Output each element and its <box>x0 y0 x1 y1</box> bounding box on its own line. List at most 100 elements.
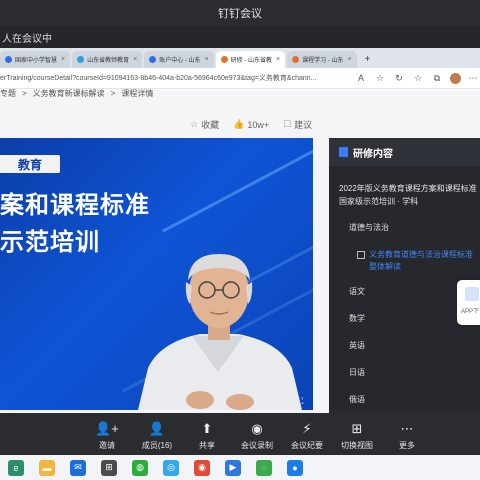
tab-close-icon[interactable]: × <box>205 56 209 63</box>
tab-close-icon[interactable]: × <box>276 56 280 63</box>
browser-address-bar: erTraining/courseDetail?courseId=9109416… <box>0 68 480 89</box>
explorer-icon[interactable]: ▬ <box>39 459 55 476</box>
decor-streak <box>162 138 313 233</box>
site-favicon-icon <box>292 56 300 63</box>
messenger-icon[interactable]: ◌ <box>256 459 272 476</box>
chrome-icon[interactable]: ◉ <box>194 459 210 476</box>
browser-tab-bar: 国家中小学智慧 × 山东省教师教育 × 账户中心 - 山东 × 研修 - 山东省教 × 课程学习… <box>0 48 480 68</box>
record-button[interactable]: ◉ 会议录制 <box>232 420 282 451</box>
record-icon: ◉ <box>251 421 263 436</box>
meeting-banner: 人在会议中 <box>0 26 480 48</box>
tab-label: 山东省教师教育 <box>87 58 130 64</box>
category-active[interactable]: 道德与法治 <box>349 222 389 233</box>
more-menu-icon[interactable]: ⋯ <box>466 71 480 85</box>
category-item[interactable]: 语文 <box>349 286 365 297</box>
category-item[interactable]: 英语 <box>349 340 365 351</box>
profile-avatar[interactable] <box>450 72 461 84</box>
lesson-item-active[interactable]: 义务教育道德与法治课程标准整体解读 <box>357 249 477 273</box>
read-aloud-icon[interactable]: A <box>354 71 368 85</box>
site-favicon-icon <box>220 56 228 63</box>
share-button[interactable]: ⬆ 共享 <box>182 420 232 451</box>
panel-header: 研修内容 <box>329 138 480 166</box>
like-button[interactable]: 👍 10w+ <box>233 119 269 130</box>
favorite-label: 收藏 <box>201 120 220 130</box>
favorites-bar-icon[interactable]: ☆ <box>411 71 425 85</box>
more-label: 更多 <box>399 441 415 450</box>
collections-icon[interactable]: ⧉ <box>430 71 444 85</box>
mail-icon[interactable]: ✉ <box>70 459 86 476</box>
breadcrumb-separator: > <box>110 89 116 98</box>
document-icon <box>357 251 365 259</box>
browser-tab[interactable]: 山东省教师教育 × <box>72 51 143 68</box>
tab-close-icon[interactable]: × <box>133 56 137 63</box>
panel-title: 研修内容 <box>353 148 393 160</box>
lesson-title: 义务教育道德与法治课程标准整体解读 <box>369 250 473 271</box>
shared-browser-window: 国家中小学智慧 × 山东省教师教育 × 账户中心 - 山东 × 研修 - 山东省教 × 课程学习… <box>0 48 480 413</box>
qr-icon <box>465 287 479 301</box>
breadcrumb-item[interactable]: 义务教育新课标解读 <box>33 89 105 98</box>
invite-icon: 👤+ <box>95 421 119 436</box>
switch-view-icon: ⊞ <box>351 421 363 436</box>
meeting-icon[interactable]: ● <box>287 459 303 476</box>
course-title[interactable]: 2022年版义务教育课程方案和课程标准国家级示范培训 · 学科 <box>339 182 479 208</box>
suggest-label: 建议 <box>294 120 313 130</box>
tab-close-icon[interactable]: × <box>61 56 65 63</box>
course-page: 专题 > 义务教育新课标解读 > 课程详情 ☆ 收藏 👍 10w+ ☐ 建议 教… <box>0 89 480 413</box>
browser-tab[interactable]: 课程学习 - 山东 × <box>287 51 357 68</box>
favorite-button[interactable]: ☆ 收藏 <box>190 118 219 131</box>
category-item[interactable]: 数学 <box>349 313 365 324</box>
feedback-icon: ☐ <box>283 119 292 129</box>
favorite-icon[interactable]: ☆ <box>373 71 387 85</box>
course-content-panel: 研修内容 2022年版义务教育课程方案和课程标准国家级示范培训 · 学科 道德与… <box>329 138 480 413</box>
video-title-line2: 示范培训 <box>0 229 100 256</box>
more-button[interactable]: ⋯ 更多 <box>382 420 432 451</box>
video-title-line1: 案和课程标准 <box>0 192 150 219</box>
more-icon: ⋯ <box>400 421 414 436</box>
fullscreen-icon[interactable]: ⛶ <box>297 396 307 406</box>
minutes-button[interactable]: ⚡ 会议纪要 <box>282 420 332 451</box>
share-icon: ⬆ <box>201 421 213 436</box>
app-download-float[interactable]: APP下 <box>457 280 480 325</box>
browser-tab[interactable]: 国家中小学智慧 × <box>0 51 71 68</box>
wechat-icon[interactable]: ◍ <box>132 459 148 476</box>
record-label: 会议录制 <box>241 441 273 450</box>
minutes-label: 会议纪要 <box>291 441 323 450</box>
members-button[interactable]: 👤 成员(16) <box>132 420 182 451</box>
meeting-banner-text: 人在会议中 <box>2 33 52 45</box>
apps-icon[interactable]: ⊞ <box>101 459 117 476</box>
star-icon: ☆ <box>190 119 199 129</box>
lark-icon[interactable]: ▶ <box>225 459 241 476</box>
tab-label: 研修 - 山东省教 <box>230 58 272 64</box>
video-badge: 教育 <box>0 155 60 173</box>
dingtalk-icon[interactable]: ◎ <box>163 459 179 476</box>
breadcrumb-item[interactable]: 专题 <box>0 89 16 98</box>
meeting-window-title: 钉钉会议 <box>0 0 480 26</box>
video-player[interactable]: 教育 案和课程标准 示范培训 ⛶ <box>0 138 313 410</box>
category-item[interactable]: 俄语 <box>349 394 365 405</box>
like-count: 10w+ <box>247 119 270 130</box>
new-tab-button[interactable]: + <box>359 51 377 68</box>
meeting-toolbar: 👤+ 邀请 👤 成员(16) ⬆ 共享 ◉ 会议录制 ⚡ 会议纪要 ⊞ 切换视图 ⋯ 更多 <box>0 413 480 455</box>
invite-button[interactable]: 👤+ 邀请 <box>82 420 132 451</box>
refresh-icon[interactable]: ↻ <box>392 71 406 85</box>
members-icon: 👤 <box>148 421 166 436</box>
site-favicon-icon <box>5 56 12 63</box>
screen: 钉钉会议 人在会议中 国家中小学智慧 × 山东省教师教育 × 账户中心 - 山东 × 研修 … <box>0 0 480 480</box>
suggest-button[interactable]: ☐ 建议 <box>283 118 312 131</box>
edge-icon[interactable]: e <box>8 459 24 476</box>
category-item[interactable]: 日语 <box>349 367 365 378</box>
url-field[interactable]: erTraining/courseDetail?courseId=9109416… <box>0 73 349 83</box>
site-favicon-icon <box>77 56 85 63</box>
app-download-label: APP下 <box>461 309 480 315</box>
browser-tab[interactable]: 账户中心 - 山东 × <box>144 51 214 68</box>
switch-view-label: 切换视图 <box>341 441 373 450</box>
switch-view-button[interactable]: ⊞ 切换视图 <box>332 420 382 451</box>
tab-close-icon[interactable]: × <box>347 56 351 63</box>
site-favicon-icon <box>149 56 157 63</box>
windows-taskbar: e ▬ ✉ ⊞ ◍ ◎ ◉ ▶ ◌ ● <box>0 455 480 480</box>
breadcrumb-item[interactable]: 课程详情 <box>121 89 153 98</box>
breadcrumb-separator: > <box>22 89 27 98</box>
book-icon <box>339 147 348 157</box>
browser-tab[interactable]: 研修 - 山东省教 × <box>215 51 286 68</box>
invite-label: 邀请 <box>99 441 115 450</box>
